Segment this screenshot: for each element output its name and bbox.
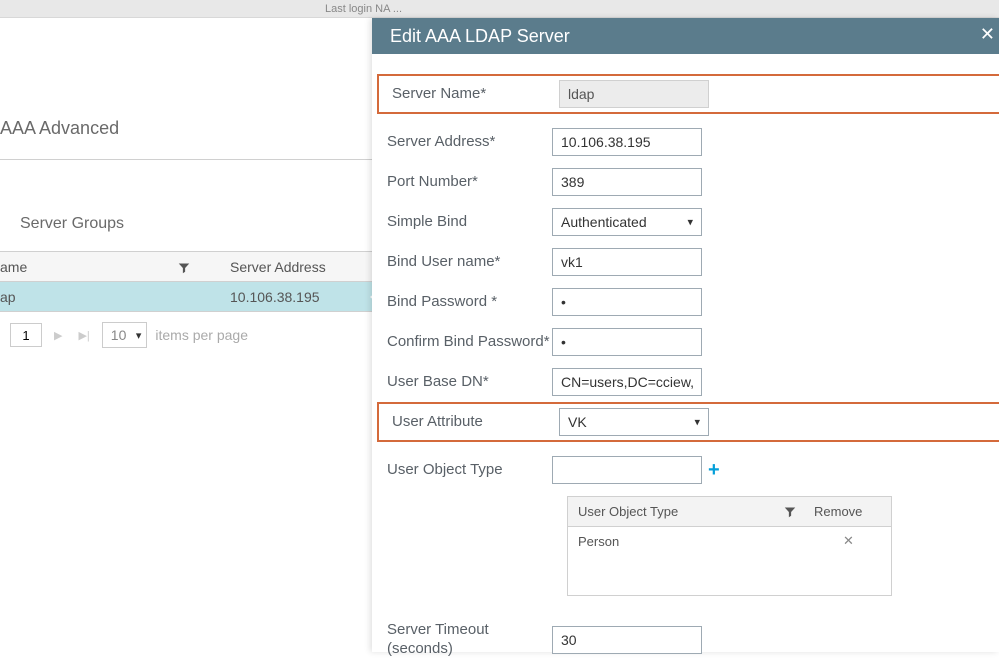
background-panel: AAA Advanced Server Groups ame Server Ad… xyxy=(0,18,372,348)
port-number-row: Port Number* xyxy=(372,162,999,202)
filter-icon[interactable] xyxy=(784,506,796,518)
confirm-bind-password-input[interactable] xyxy=(552,328,702,356)
table-row[interactable]: ap 10.106.38.195 xyxy=(0,282,372,312)
bind-password-label: Bind Password * xyxy=(372,293,552,312)
port-number-label: Port Number* xyxy=(372,173,552,192)
column-name-header[interactable]: ame xyxy=(0,259,27,275)
object-type-value: Person xyxy=(568,534,806,549)
modal-header: Edit AAA LDAP Server ✕ xyxy=(372,18,999,54)
row-address: 10.106.38.195 xyxy=(200,289,372,305)
server-name-input xyxy=(559,80,709,108)
simple-bind-select[interactable]: Authenticated xyxy=(552,208,702,236)
object-type-row: Person ✕ xyxy=(568,527,891,555)
user-attribute-value: VK xyxy=(568,414,587,430)
user-attribute-select[interactable]: VK xyxy=(559,408,709,436)
user-object-type-row: User Object Type + xyxy=(372,450,999,490)
page-number-input[interactable] xyxy=(10,323,42,347)
server-address-row: Server Address* xyxy=(372,122,999,162)
simple-bind-value: Authenticated xyxy=(561,214,647,230)
top-status-bar: Last login NA ... xyxy=(0,0,999,18)
last-page-icon[interactable]: ▶| xyxy=(74,329,93,342)
server-address-label: Server Address* xyxy=(372,133,552,152)
port-number-input[interactable] xyxy=(552,168,702,196)
user-object-type-input[interactable] xyxy=(552,456,702,484)
simple-bind-row: Simple Bind Authenticated xyxy=(372,202,999,242)
table-header: ame Server Address xyxy=(0,252,372,282)
simple-bind-label: Simple Bind xyxy=(372,213,552,232)
filter-icon[interactable] xyxy=(178,261,190,273)
user-base-dn-row: User Base DN* xyxy=(372,362,999,402)
user-object-type-label: User Object Type xyxy=(372,461,552,480)
close-icon[interactable]: ✕ xyxy=(980,24,995,45)
subsection-title: Server Groups xyxy=(0,160,372,251)
user-base-dn-label: User Base DN* xyxy=(372,373,552,392)
page-title: AAA Advanced xyxy=(0,18,372,160)
object-type-col-header[interactable]: User Object Type xyxy=(578,504,678,519)
bind-password-input[interactable] xyxy=(552,288,702,316)
confirm-bind-password-label: Confirm Bind Password* xyxy=(372,333,552,352)
server-groups-table: ame Server Address ap 10.106.38.195 xyxy=(0,251,372,312)
confirm-bind-password-row: Confirm Bind Password* xyxy=(372,322,999,362)
bind-username-row: Bind User name* xyxy=(372,242,999,282)
user-base-dn-input[interactable] xyxy=(552,368,702,396)
remove-col-header: Remove xyxy=(806,504,891,519)
server-timeout-input[interactable] xyxy=(552,626,702,654)
pagination: ▶ ▶| 10 items per page xyxy=(0,312,372,348)
bind-username-label: Bind User name* xyxy=(372,253,552,272)
bind-username-input[interactable] xyxy=(552,248,702,276)
server-timeout-label: Server Timeout (seconds) xyxy=(372,621,552,659)
object-type-table: User Object Type Remove Person ✕ xyxy=(567,496,892,596)
edit-ldap-server-modal: Edit AAA LDAP Server ✕ Server Name* Serv… xyxy=(372,18,999,652)
items-per-page-select[interactable]: 10 xyxy=(102,322,148,348)
user-attribute-label: User Attribute xyxy=(379,413,559,432)
server-name-row: Server Name* xyxy=(377,74,999,114)
items-per-page-label: items per page xyxy=(155,327,248,343)
last-login-text: Last login NA ... xyxy=(325,3,402,15)
add-object-type-icon[interactable]: + xyxy=(708,460,720,480)
remove-row-icon[interactable]: ✕ xyxy=(806,533,891,549)
object-type-table-header: User Object Type Remove xyxy=(568,497,891,527)
empty-space xyxy=(568,555,891,595)
items-per-page-value: 10 xyxy=(111,327,127,343)
column-address-header[interactable]: Server Address xyxy=(230,259,326,275)
bind-password-row: Bind Password * xyxy=(372,282,999,322)
server-timeout-row: Server Timeout (seconds) xyxy=(372,620,999,660)
modal-title: Edit AAA LDAP Server xyxy=(390,26,570,47)
user-attribute-row: User Attribute VK xyxy=(377,402,999,442)
server-address-input[interactable] xyxy=(552,128,702,156)
server-name-label: Server Name* xyxy=(379,85,559,104)
row-name: ap xyxy=(0,289,200,305)
next-page-icon[interactable]: ▶ xyxy=(50,329,66,342)
